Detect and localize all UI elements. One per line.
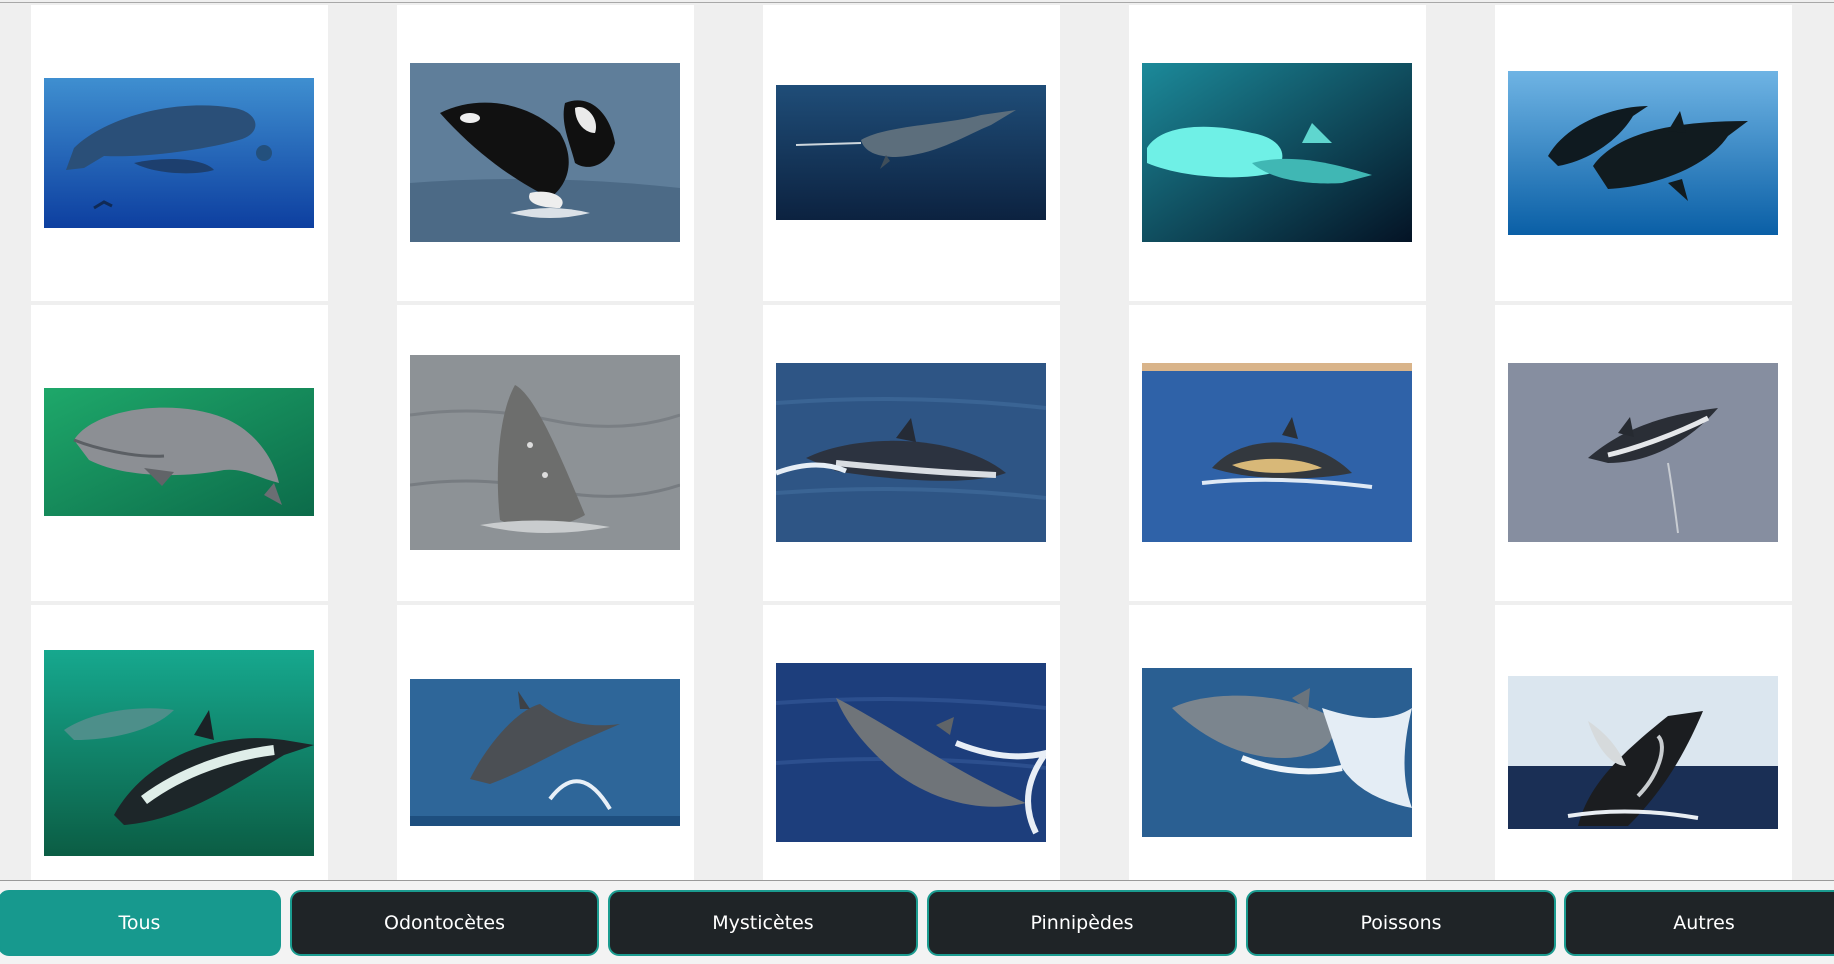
tab-autres[interactable]: Autres xyxy=(1564,890,1834,956)
gallery-photo-bottlenose-dolphin xyxy=(1142,668,1412,837)
gallery-card[interactable] xyxy=(1129,605,1426,880)
gallery-card[interactable] xyxy=(31,305,328,601)
gallery-card[interactable] xyxy=(763,305,1060,601)
gallery-card[interactable] xyxy=(31,5,328,301)
gallery-photo-pilot-whales xyxy=(1508,71,1778,235)
gallery-card[interactable] xyxy=(1129,305,1426,601)
tab-poissons[interactable]: Poissons xyxy=(1246,890,1556,956)
gallery-photo-white-sided-dolphin xyxy=(1508,363,1778,542)
tab-mysticetes[interactable]: Mysticètes xyxy=(608,890,918,956)
tab-tous[interactable]: Tous xyxy=(0,890,281,956)
gallery-photo-orca xyxy=(410,63,680,242)
gallery-photo-striped-dolphin xyxy=(776,363,1046,542)
gallery-photo-spotted-dolphin xyxy=(776,663,1046,842)
gallery-photo-rissos-breaching xyxy=(410,679,680,826)
gallery-card[interactable] xyxy=(397,305,694,601)
category-tab-bar: Tous Odontocètes Mysticètes Pinnipèdes P… xyxy=(0,881,1834,964)
gallery-photo-sperm-whale xyxy=(44,78,314,228)
gallery-photo-white-sided-underwater xyxy=(44,650,314,856)
app-window: Tous Odontocètes Mysticètes Pinnipèdes P… xyxy=(0,0,1834,964)
gallery-photo-narwhal xyxy=(776,85,1046,220)
gallery-card[interactable] xyxy=(1495,305,1792,601)
gallery-card[interactable] xyxy=(763,605,1060,880)
gallery-photo-humpback-whale xyxy=(1508,676,1778,829)
gallery-card[interactable] xyxy=(397,5,694,301)
gallery-card[interactable] xyxy=(1495,5,1792,301)
gallery-card[interactable] xyxy=(31,605,328,880)
tab-odontocetes[interactable]: Odontocètes xyxy=(290,890,599,956)
gallery-card[interactable] xyxy=(1495,605,1792,880)
gallery-photo-rissos-spyhop xyxy=(410,355,680,550)
gallery-photo-porpoise xyxy=(44,388,314,516)
species-gallery xyxy=(0,0,1834,880)
gallery-card[interactable] xyxy=(1129,5,1426,301)
tab-pinnipedes[interactable]: Pinnipèdes xyxy=(927,890,1237,956)
gallery-card[interactable] xyxy=(763,5,1060,301)
gallery-photo-common-dolphin xyxy=(1142,363,1412,542)
gallery-card[interactable] xyxy=(397,605,694,880)
gallery-photo-beluga xyxy=(1142,63,1412,242)
